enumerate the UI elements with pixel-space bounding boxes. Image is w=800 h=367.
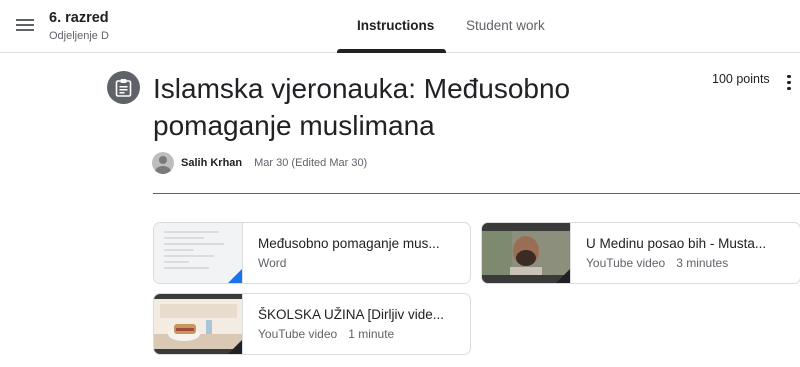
video-file-corner-icon <box>228 340 242 354</box>
attachment-card-word-doc[interactable]: Međusobno pomaganje mus... Word <box>153 222 471 284</box>
class-section: Odjeljenje D <box>49 30 109 42</box>
divider <box>153 193 800 194</box>
author-row: Salih Krhan Mar 30 (Edited Mar 30) <box>152 152 367 174</box>
attachment-title: U Medinu posao bih - Musta... <box>586 236 767 251</box>
video-thumbnail <box>482 223 571 283</box>
author-name: Salih Krhan <box>181 157 243 169</box>
video-thumbnail <box>154 294 243 354</box>
top-app-bar: 6. razred Odjeljenje D Instructions Stud… <box>0 0 800 53</box>
assignment-icon <box>107 71 140 104</box>
attachment-title: Međusobno pomaganje mus... <box>258 236 440 251</box>
attachment-type: YouTube video <box>258 327 338 341</box>
attachment-card-youtube-1[interactable]: U Medinu posao bih - Musta... YouTube vi… <box>481 222 800 284</box>
attachment-type: Word <box>258 256 287 270</box>
active-tab-indicator <box>337 49 446 53</box>
attachment-duration: 3 minutes <box>676 256 729 270</box>
post-date: Mar 30 (Edited Mar 30) <box>254 157 368 169</box>
hamburger-menu-icon[interactable] <box>14 16 36 36</box>
avatar <box>152 152 174 174</box>
attachment-type: YouTube video <box>586 256 666 270</box>
attachment-title: ŠKOLSKA UŽINA [Dirljiv vide... <box>258 307 445 322</box>
attachment-duration: 1 minute <box>348 327 395 341</box>
more-options-icon[interactable] <box>783 72 795 92</box>
class-name[interactable]: 6. razred <box>49 10 109 26</box>
assignment-title: Islamska vjeronauka: Međusobno pomaganje… <box>153 73 571 141</box>
attachment-meta: YouTube video 3 minutes <box>586 256 728 270</box>
tab-instructions[interactable]: Instructions <box>357 18 434 33</box>
document-thumbnail <box>154 223 243 283</box>
tab-student-work[interactable]: Student work <box>466 18 545 33</box>
word-file-corner-icon <box>228 269 242 283</box>
video-file-corner-icon <box>556 269 570 283</box>
attachment-card-youtube-2[interactable]: ŠKOLSKA UŽINA [Dirljiv vide... YouTube v… <box>153 293 471 355</box>
attachment-meta: YouTube video 1 minute <box>258 327 394 341</box>
points-label: 100 points <box>712 72 770 86</box>
